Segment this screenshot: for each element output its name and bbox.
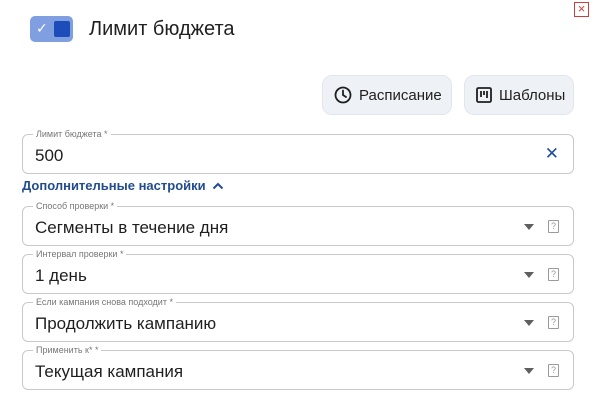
- schedule-button[interactable]: Расписание: [322, 75, 452, 115]
- campaign-eligible-again-select[interactable]: Если кампания снова подходит * Продолжит…: [22, 297, 574, 342]
- help-icon[interactable]: ?: [548, 268, 559, 281]
- check-method-label: Способ проверки *: [33, 201, 118, 212]
- check-interval-select[interactable]: Интервал проверки * 1 день ?: [22, 249, 574, 294]
- campaign-eligible-again-label: Если кампания снова подходит *: [33, 297, 176, 308]
- apply-to-label: Применить к* *: [33, 345, 102, 356]
- templates-label: Шаблоны: [499, 86, 566, 104]
- advanced-settings-label: Дополнительные настройки: [22, 178, 206, 193]
- help-icon[interactable]: ?: [548, 220, 559, 233]
- check-icon: ✓: [36, 20, 48, 36]
- clear-icon[interactable]: ✕: [545, 144, 559, 164]
- clock-icon: [334, 86, 352, 104]
- toggle-knob: [54, 21, 70, 37]
- close-button[interactable]: ×: [574, 2, 589, 17]
- campaign-eligible-again-value: Продолжить кампанию: [35, 314, 217, 333]
- template-icon: [476, 87, 492, 103]
- dialog-title: Лимит бюджета: [89, 18, 235, 40]
- schedule-label: Расписание: [359, 86, 442, 104]
- check-method-value: Сегменты в течение дня: [35, 218, 229, 237]
- dropdown-arrow-icon[interactable]: [524, 272, 534, 278]
- help-icon[interactable]: ?: [548, 364, 559, 377]
- chevron-up-icon: [212, 182, 223, 189]
- apply-to-select[interactable]: Применить к* * Текущая кампания ?: [22, 345, 574, 390]
- check-interval-value: 1 день: [35, 266, 87, 285]
- dropdown-arrow-icon[interactable]: [524, 320, 534, 326]
- help-icon[interactable]: ?: [548, 316, 559, 329]
- dropdown-arrow-icon[interactable]: [524, 224, 534, 230]
- apply-to-value: Текущая кампания: [35, 362, 184, 381]
- templates-button[interactable]: Шаблоны: [464, 75, 574, 115]
- budget-limit-field[interactable]: Лимит бюджета * 500 ✕: [22, 129, 574, 174]
- budget-limit-label: Лимит бюджета *: [33, 129, 111, 140]
- budget-limit-toggle[interactable]: ✓: [30, 16, 73, 42]
- budget-limit-value[interactable]: 500: [35, 146, 63, 166]
- advanced-settings-toggle[interactable]: Дополнительные настройки: [22, 178, 224, 193]
- close-icon: ×: [577, 1, 586, 16]
- dropdown-arrow-icon[interactable]: [524, 368, 534, 374]
- check-interval-label: Интервал проверки *: [33, 249, 127, 260]
- check-method-select[interactable]: Способ проверки * Сегменты в течение дня…: [22, 201, 574, 246]
